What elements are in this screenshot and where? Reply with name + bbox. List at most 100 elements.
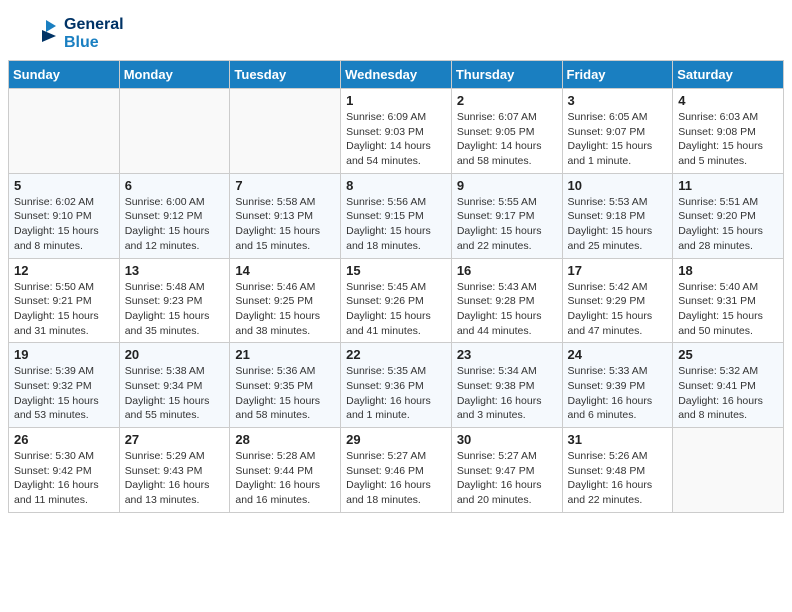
- calendar-cell: 10 Sunrise: 5:53 AM Sunset: 9:18 PM Dayli…: [562, 173, 673, 258]
- calendar-cell: 5 Sunrise: 6:02 AM Sunset: 9:10 PM Daylig…: [9, 173, 120, 258]
- day-number: 5: [14, 178, 114, 193]
- day-number: 8: [346, 178, 446, 193]
- day-info: Sunrise: 6:02 AM Sunset: 9:10 PM Dayligh…: [14, 195, 114, 254]
- calendar-week-2: 5 Sunrise: 6:02 AM Sunset: 9:10 PM Daylig…: [9, 173, 784, 258]
- page-header: GeneralBlue: [0, 0, 792, 60]
- calendar-week-3: 12 Sunrise: 5:50 AM Sunset: 9:21 PM Dayli…: [9, 258, 784, 343]
- col-header-wednesday: Wednesday: [341, 61, 452, 89]
- day-number: 30: [457, 432, 557, 447]
- calendar-cell: 26 Sunrise: 5:30 AM Sunset: 9:42 PM Dayli…: [9, 428, 120, 513]
- calendar-cell: 17 Sunrise: 5:42 AM Sunset: 9:29 PM Dayli…: [562, 258, 673, 343]
- calendar-cell: [119, 89, 230, 174]
- day-number: 29: [346, 432, 446, 447]
- calendar-cell: 28 Sunrise: 5:28 AM Sunset: 9:44 PM Dayli…: [230, 428, 341, 513]
- day-info: Sunrise: 5:40 AM Sunset: 9:31 PM Dayligh…: [678, 280, 778, 339]
- day-info: Sunrise: 5:46 AM Sunset: 9:25 PM Dayligh…: [235, 280, 335, 339]
- calendar-cell: 4 Sunrise: 6:03 AM Sunset: 9:08 PM Daylig…: [673, 89, 784, 174]
- day-info: Sunrise: 6:00 AM Sunset: 9:12 PM Dayligh…: [125, 195, 225, 254]
- calendar-cell: 31Sunrise: 5:26 AM Sunset: 9:48 PM Dayli…: [562, 428, 673, 513]
- calendar-cell: 1 Sunrise: 6:09 AM Sunset: 9:03 PM Daylig…: [341, 89, 452, 174]
- day-info: Sunrise: 5:32 AM Sunset: 9:41 PM Dayligh…: [678, 364, 778, 423]
- day-info: Sunrise: 5:27 AM Sunset: 9:46 PM Dayligh…: [346, 449, 446, 508]
- calendar-cell: 16 Sunrise: 5:43 AM Sunset: 9:28 PM Dayli…: [451, 258, 562, 343]
- calendar-cell: 27 Sunrise: 5:29 AM Sunset: 9:43 PM Dayli…: [119, 428, 230, 513]
- col-header-tuesday: Tuesday: [230, 61, 341, 89]
- col-header-monday: Monday: [119, 61, 230, 89]
- day-info: Sunrise: 5:35 AM Sunset: 9:36 PM Dayligh…: [346, 364, 446, 423]
- calendar-week-1: 1 Sunrise: 6:09 AM Sunset: 9:03 PM Daylig…: [9, 89, 784, 174]
- calendar-cell: 25 Sunrise: 5:32 AM Sunset: 9:41 PM Dayli…: [673, 343, 784, 428]
- day-number: 26: [14, 432, 114, 447]
- day-info: Sunrise: 5:33 AM Sunset: 9:39 PM Dayligh…: [568, 364, 668, 423]
- day-number: 1: [346, 93, 446, 108]
- calendar-cell: [9, 89, 120, 174]
- col-header-friday: Friday: [562, 61, 673, 89]
- calendar-cell: 18Sunrise: 5:40 AM Sunset: 9:31 PM Dayli…: [673, 258, 784, 343]
- calendar-cell: 21 Sunrise: 5:36 AM Sunset: 9:35 PM Dayli…: [230, 343, 341, 428]
- calendar-container: SundayMondayTuesdayWednesdayThursdayFrid…: [0, 60, 792, 521]
- day-info: Sunrise: 5:34 AM Sunset: 9:38 PM Dayligh…: [457, 364, 557, 423]
- day-number: 3: [568, 93, 668, 108]
- day-info: Sunrise: 5:28 AM Sunset: 9:44 PM Dayligh…: [235, 449, 335, 508]
- calendar-cell: 15 Sunrise: 5:45 AM Sunset: 9:26 PM Dayli…: [341, 258, 452, 343]
- day-number: 28: [235, 432, 335, 447]
- day-number: 27: [125, 432, 225, 447]
- day-info: Sunrise: 5:45 AM Sunset: 9:26 PM Dayligh…: [346, 280, 446, 339]
- day-info: Sunrise: 5:53 AM Sunset: 9:18 PM Dayligh…: [568, 195, 668, 254]
- calendar-cell: [673, 428, 784, 513]
- day-number: 25: [678, 347, 778, 362]
- day-number: 9: [457, 178, 557, 193]
- calendar-cell: 3 Sunrise: 6:05 AM Sunset: 9:07 PM Daylig…: [562, 89, 673, 174]
- day-info: Sunrise: 5:26 AM Sunset: 9:48 PM Dayligh…: [568, 449, 668, 508]
- calendar-table: SundayMondayTuesdayWednesdayThursdayFrid…: [8, 60, 784, 513]
- calendar-cell: 8 Sunrise: 5:56 AM Sunset: 9:15 PM Daylig…: [341, 173, 452, 258]
- day-number: 17: [568, 263, 668, 278]
- calendar-cell: 22 Sunrise: 5:35 AM Sunset: 9:36 PM Dayli…: [341, 343, 452, 428]
- day-info: Sunrise: 5:29 AM Sunset: 9:43 PM Dayligh…: [125, 449, 225, 508]
- calendar-cell: 11Sunrise: 5:51 AM Sunset: 9:20 PM Dayli…: [673, 173, 784, 258]
- day-info: Sunrise: 5:56 AM Sunset: 9:15 PM Dayligh…: [346, 195, 446, 254]
- logo: GeneralBlue: [20, 16, 124, 52]
- day-info: Sunrise: 5:58 AM Sunset: 9:13 PM Dayligh…: [235, 195, 335, 254]
- day-info: Sunrise: 5:36 AM Sunset: 9:35 PM Dayligh…: [235, 364, 335, 423]
- day-info: Sunrise: 5:50 AM Sunset: 9:21 PM Dayligh…: [14, 280, 114, 339]
- day-number: 16: [457, 263, 557, 278]
- day-number: 13: [125, 263, 225, 278]
- day-info: Sunrise: 5:30 AM Sunset: 9:42 PM Dayligh…: [14, 449, 114, 508]
- day-number: 6: [125, 178, 225, 193]
- calendar-cell: 2 Sunrise: 6:07 AM Sunset: 9:05 PM Daylig…: [451, 89, 562, 174]
- day-info: Sunrise: 5:42 AM Sunset: 9:29 PM Dayligh…: [568, 280, 668, 339]
- calendar-cell: 9 Sunrise: 5:55 AM Sunset: 9:17 PM Daylig…: [451, 173, 562, 258]
- day-number: 10: [568, 178, 668, 193]
- calendar-week-5: 26 Sunrise: 5:30 AM Sunset: 9:42 PM Dayli…: [9, 428, 784, 513]
- calendar-cell: [230, 89, 341, 174]
- day-info: Sunrise: 5:55 AM Sunset: 9:17 PM Dayligh…: [457, 195, 557, 254]
- calendar-cell: 24 Sunrise: 5:33 AM Sunset: 9:39 PM Dayli…: [562, 343, 673, 428]
- day-number: 24: [568, 347, 668, 362]
- calendar-cell: 6 Sunrise: 6:00 AM Sunset: 9:12 PM Daylig…: [119, 173, 230, 258]
- day-number: 22: [346, 347, 446, 362]
- logo-general: General: [64, 16, 124, 34]
- day-number: 2: [457, 93, 557, 108]
- day-number: 20: [125, 347, 225, 362]
- day-info: Sunrise: 6:09 AM Sunset: 9:03 PM Dayligh…: [346, 110, 446, 169]
- day-info: Sunrise: 6:03 AM Sunset: 9:08 PM Dayligh…: [678, 110, 778, 169]
- calendar-cell: 30 Sunrise: 5:27 AM Sunset: 9:47 PM Dayli…: [451, 428, 562, 513]
- day-number: 4: [678, 93, 778, 108]
- day-number: 12: [14, 263, 114, 278]
- calendar-cell: 12 Sunrise: 5:50 AM Sunset: 9:21 PM Dayli…: [9, 258, 120, 343]
- day-info: Sunrise: 5:39 AM Sunset: 9:32 PM Dayligh…: [14, 364, 114, 423]
- logo-blue: Blue: [64, 34, 124, 52]
- day-info: Sunrise: 6:05 AM Sunset: 9:07 PM Dayligh…: [568, 110, 668, 169]
- day-number: 21: [235, 347, 335, 362]
- day-number: 15: [346, 263, 446, 278]
- calendar-week-4: 19 Sunrise: 5:39 AM Sunset: 9:32 PM Dayli…: [9, 343, 784, 428]
- day-info: Sunrise: 5:51 AM Sunset: 9:20 PM Dayligh…: [678, 195, 778, 254]
- day-info: Sunrise: 6:07 AM Sunset: 9:05 PM Dayligh…: [457, 110, 557, 169]
- calendar-header-row: SundayMondayTuesdayWednesdayThursdayFrid…: [9, 61, 784, 89]
- day-info: Sunrise: 5:27 AM Sunset: 9:47 PM Dayligh…: [457, 449, 557, 508]
- calendar-cell: 29 Sunrise: 5:27 AM Sunset: 9:46 PM Dayli…: [341, 428, 452, 513]
- day-info: Sunrise: 5:43 AM Sunset: 9:28 PM Dayligh…: [457, 280, 557, 339]
- col-header-saturday: Saturday: [673, 61, 784, 89]
- day-number: 19: [14, 347, 114, 362]
